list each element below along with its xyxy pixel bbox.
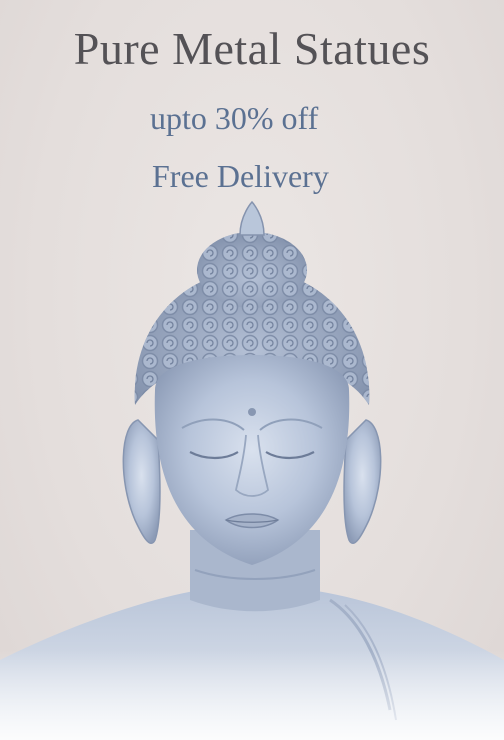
promo-banner[interactable]: Pure Metal Statues upto 30% off Free Del… bbox=[0, 0, 504, 740]
bottom-fade bbox=[0, 650, 504, 740]
discount-offer: upto 30% off bbox=[150, 100, 319, 136]
headline: Pure Metal Statues bbox=[73, 23, 431, 74]
